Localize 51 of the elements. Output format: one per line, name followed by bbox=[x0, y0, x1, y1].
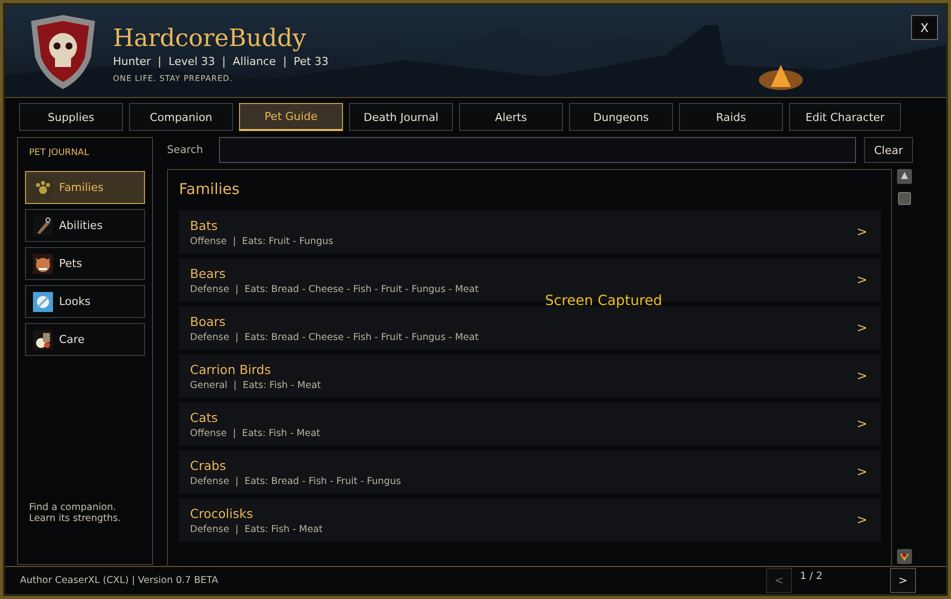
search-field[interactable] bbox=[219, 137, 856, 163]
tab[interactable]: Companion bbox=[129, 103, 233, 131]
author-credit: Author CeaserXL (CXL) | Version 0.7 BETA bbox=[20, 575, 220, 586]
scroll-thumb[interactable] bbox=[898, 192, 912, 205]
family-detail: Offense | Eats: Fish - Meat bbox=[190, 428, 320, 438]
family-row[interactable]: Crocolisks Defense | Eats: Fish - Meat > bbox=[179, 498, 882, 542]
tab[interactable]: Dungeons bbox=[569, 103, 673, 131]
family-row[interactable]: Bats Offense | Eats: Fruit - Fungus > bbox=[179, 210, 882, 254]
sidebar-heading: PET JOURNAL bbox=[28, 148, 90, 160]
scroll-up-button[interactable] bbox=[897, 169, 912, 184]
family-name: Bears bbox=[190, 266, 226, 280]
food-icon bbox=[33, 330, 53, 350]
family-name: Bats bbox=[190, 218, 218, 232]
family-detail: Offense | Eats: Fruit - Fungus bbox=[190, 236, 334, 246]
app-title: HardcoreBuddy bbox=[113, 23, 308, 53]
family-name: Boars bbox=[190, 314, 226, 328]
tab[interactable]: Pet Guide bbox=[239, 103, 343, 131]
sidebar-item[interactable]: Abilities bbox=[25, 209, 145, 242]
family-detail: Defense | Eats: Fish - Meat bbox=[190, 524, 323, 534]
section-title: Families bbox=[179, 180, 241, 198]
character-summary: Hunter | Level 33 | Alliance | Pet 33 bbox=[113, 55, 328, 68]
family-detail: Defense | Eats: Bread - Cheese - Fish - Fruit - Fungus - Meat bbox=[190, 332, 479, 342]
family-name: Cats bbox=[190, 410, 218, 424]
tab[interactable]: Raids bbox=[679, 103, 783, 131]
tab[interactable]: Supplies bbox=[19, 103, 123, 131]
tab[interactable]: Death Journal bbox=[349, 103, 453, 131]
sidebar-note: Find a companion. Learn its strengths. bbox=[28, 502, 122, 526]
tab[interactable]: Alerts bbox=[459, 103, 563, 131]
family-detail: Defense | Eats: Bread - Fish - Fruit - Fungus bbox=[190, 476, 401, 486]
family-row[interactable]: Carrion Birds General | Eats: Fish - Meat > bbox=[179, 354, 882, 398]
tagline: ONE LIFE. STAY PREPARED. bbox=[113, 74, 234, 83]
clear-button[interactable]: Clear bbox=[864, 137, 913, 163]
sidebar-item[interactable]: Care bbox=[25, 323, 145, 356]
family-name: Crabs bbox=[190, 458, 226, 472]
sidebar-item[interactable]: Pets bbox=[25, 247, 145, 280]
family-row[interactable]: Crabs Defense | Eats: Bread - Fish - Fruit - Fungus > bbox=[179, 450, 882, 494]
next-page-button[interactable]: > bbox=[890, 568, 916, 593]
sidebar-item[interactable]: Families bbox=[25, 171, 145, 204]
search-label: Search bbox=[167, 144, 204, 156]
page-indicator: 1 / 2 bbox=[799, 571, 824, 582]
beast-head-icon bbox=[33, 254, 53, 274]
family-name: Carrion Birds bbox=[190, 362, 271, 376]
scroll-down-button[interactable] bbox=[897, 549, 912, 564]
close-button[interactable]: X bbox=[911, 15, 938, 40]
family-name: Crocolisks bbox=[190, 506, 253, 520]
family-row[interactable]: Cats Offense | Eats: Fish - Meat > bbox=[179, 402, 882, 446]
family-detail: General | Eats: Fish - Meat bbox=[190, 380, 321, 390]
family-row[interactable]: Boars Defense | Eats: Bread - Cheese - Fish - Fruit - Fungus - Meat > bbox=[179, 306, 882, 350]
sidebar-item[interactable]: Looks bbox=[25, 285, 145, 318]
tab[interactable]: Edit Character bbox=[789, 103, 901, 131]
family-detail: Defense | Eats: Bread - Cheese - Fish - Fruit - Fungus - Meat bbox=[190, 284, 479, 294]
